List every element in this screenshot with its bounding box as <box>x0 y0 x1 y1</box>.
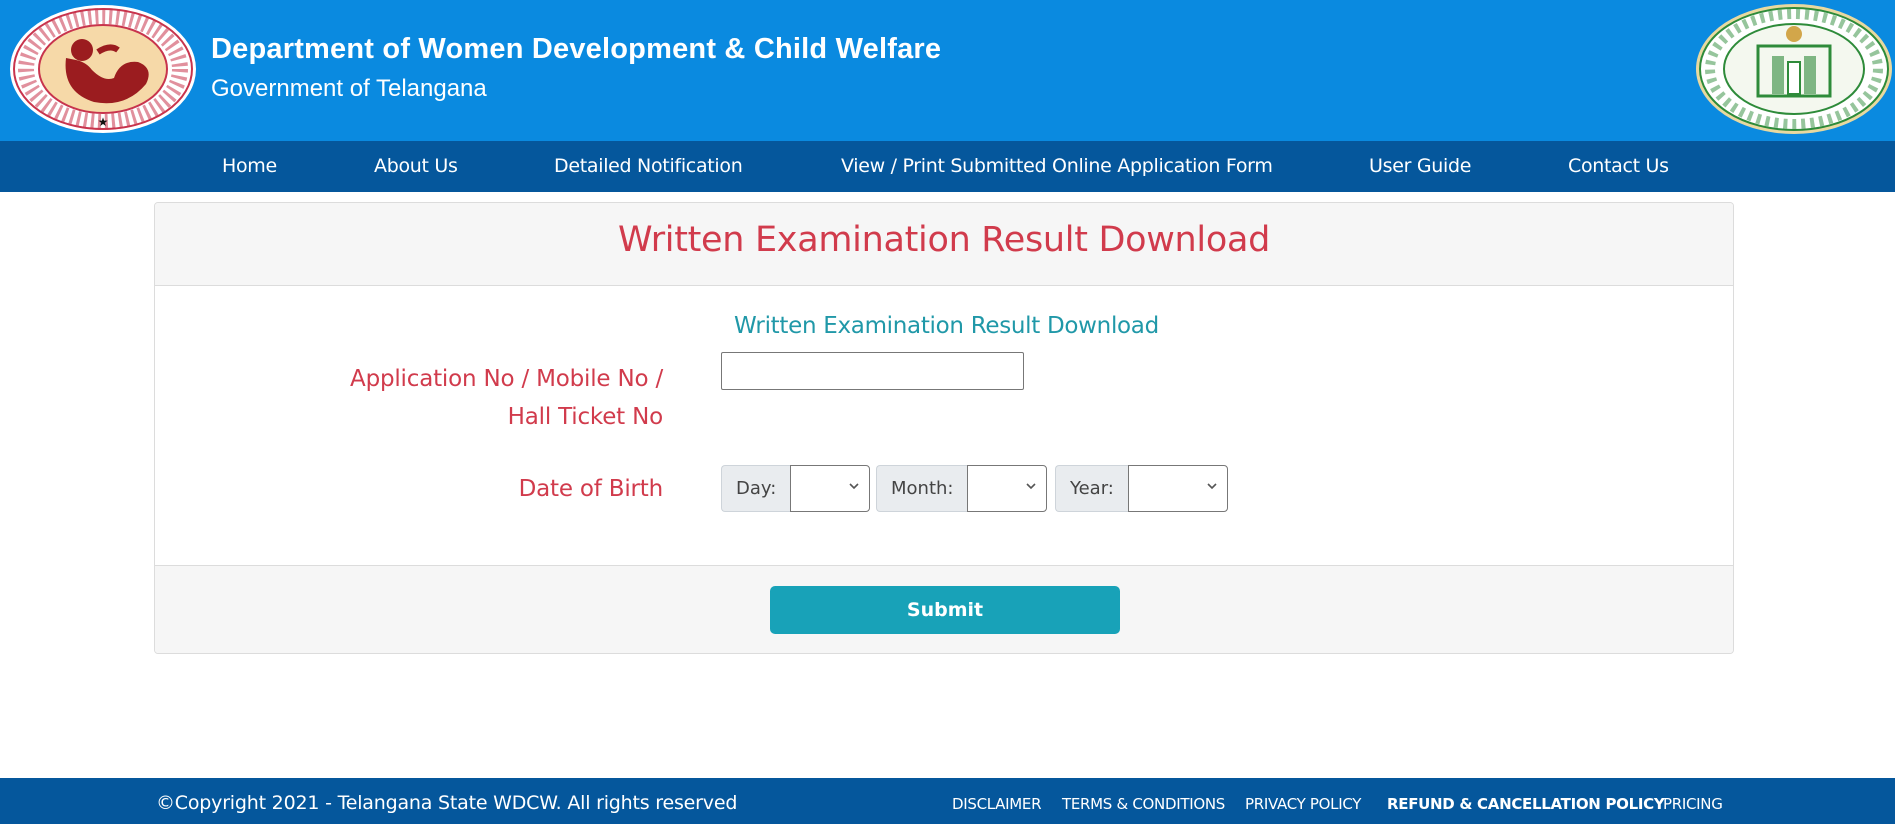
nav-detailed-notification[interactable]: Detailed Notification <box>554 141 743 192</box>
telangana-seal-icon <box>1696 4 1892 134</box>
chevron-down-icon <box>849 483 859 490</box>
day-label: Day: <box>721 465 791 512</box>
month-label: Month: <box>876 465 968 512</box>
nav-user-guide[interactable]: User Guide <box>1369 141 1471 192</box>
day-select[interactable] <box>790 465 871 512</box>
dob-day-group: Day: <box>721 465 871 512</box>
dob-month-group: Month: <box>876 465 1048 512</box>
copyright-text: ©Copyright 2021 - Telangana State WDCW. … <box>156 792 738 814</box>
dept-logo-icon[interactable]: ★ <box>6 2 200 136</box>
card-body: Written Examination Result Download Appl… <box>155 286 1733 565</box>
month-select[interactable] <box>967 465 1048 512</box>
application-no-input[interactable] <box>721 352 1024 390</box>
year-select[interactable] <box>1127 465 1228 512</box>
chevron-down-icon <box>1207 483 1217 490</box>
card-header: Written Examination Result Download <box>155 203 1733 286</box>
card-footer: Submit <box>155 565 1733 653</box>
svg-text:★: ★ <box>98 115 109 129</box>
nav-home[interactable]: Home <box>222 141 277 192</box>
chevron-down-icon <box>1026 483 1037 490</box>
footer-link-refund-policy[interactable]: REFUND & CANCELLATION POLICY <box>1387 778 1665 824</box>
application-no-label: Application No / Mobile No / Hall Ticket… <box>350 360 663 436</box>
main-nav: Home About Us Detailed Notification View… <box>0 141 1895 192</box>
page: ★ Department of Women Development & Chil… <box>0 0 1895 824</box>
brand-title: Department of Women Development & Child … <box>211 33 942 65</box>
site-header: ★ Department of Women Development & Chil… <box>0 0 1895 141</box>
footer-link-pricing[interactable]: PRICING <box>1663 778 1723 824</box>
footer-link-terms[interactable]: TERMS & CONDITIONS <box>1062 778 1225 824</box>
result-download-card: Written Examination Result Download Writ… <box>154 202 1734 654</box>
dob-label: Date of Birth <box>518 476 664 502</box>
submit-button[interactable]: Submit <box>770 586 1120 634</box>
application-no-label-line2: Hall Ticket No <box>507 404 664 430</box>
brand-subtitle: Government of Telangana <box>211 75 487 102</box>
dob-year-group: Year: <box>1055 465 1228 512</box>
footer-link-privacy[interactable]: PRIVACY POLICY <box>1245 778 1361 824</box>
year-label: Year: <box>1055 465 1128 512</box>
nav-view-print-application[interactable]: View / Print Submitted Online Applicatio… <box>841 141 1273 192</box>
application-no-label-line1: Application No / Mobile No / <box>350 366 663 392</box>
nav-about-us[interactable]: About Us <box>374 141 458 192</box>
nav-contact-us[interactable]: Contact Us <box>1568 141 1669 192</box>
page-title: Written Examination Result Download <box>617 220 1271 260</box>
form-heading: Written Examination Result Download <box>734 313 1159 339</box>
footer-link-disclaimer[interactable]: DISCLAIMER <box>952 778 1042 824</box>
site-footer: ©Copyright 2021 - Telangana State WDCW. … <box>0 778 1895 824</box>
